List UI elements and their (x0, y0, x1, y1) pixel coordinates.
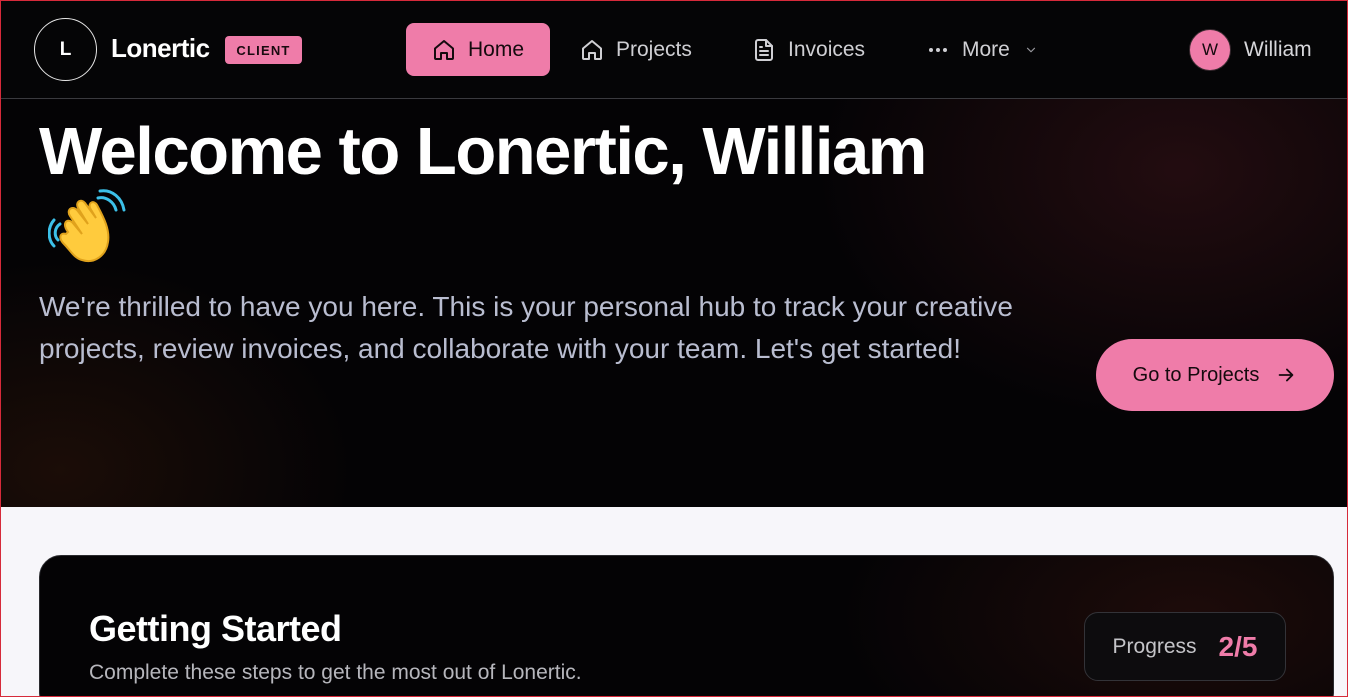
logo[interactable]: L (34, 18, 97, 81)
getting-started-title: Getting Started (89, 608, 342, 649)
dots-icon (929, 47, 947, 52)
user-name[interactable]: William (1244, 38, 1312, 62)
getting-started-subtitle: Complete these steps to get the most out… (89, 661, 582, 684)
nav-more[interactable]: More (926, 23, 1038, 76)
cta-label: Go to Projects (1132, 363, 1260, 386)
nav-projects[interactable]: Projects (580, 23, 692, 76)
hero-section: L Lonertic CLIENT Home Projects Invoices (0, 0, 1348, 507)
progress-indicator: Progress 2/5 (1084, 612, 1286, 681)
progress-label: Progress (1112, 634, 1197, 658)
avatar-initial: W (1201, 40, 1219, 59)
nav-invoices[interactable]: Invoices (752, 23, 865, 76)
logo-letter: L (59, 38, 72, 60)
user-avatar[interactable]: W (1189, 29, 1231, 71)
waving-hand-icon (48, 189, 126, 262)
top-navbar: L Lonertic CLIENT Home Projects Invoices (0, 0, 1348, 99)
client-badge: CLIENT (225, 36, 302, 64)
nav-home[interactable]: Home (406, 23, 550, 76)
getting-started-card: Getting Started Complete these steps to … (39, 555, 1334, 697)
home-icon (582, 39, 602, 60)
document-icon (755, 38, 773, 61)
brand-name[interactable]: Lonertic (111, 33, 210, 64)
nav-more-label: More (962, 37, 1010, 61)
arrow-right-icon (1279, 368, 1294, 382)
hero-subtitle: We're thrilled to have you here. This is… (39, 291, 1013, 364)
nav-home-label: Home (467, 37, 525, 61)
go-to-projects-button[interactable]: Go to Projects (1096, 339, 1334, 411)
page-title: Welcome to Lonertic, William (39, 114, 927, 189)
chevron-down-icon (1026, 47, 1035, 52)
nav-projects-label: Projects (616, 37, 692, 61)
home-icon (433, 39, 454, 60)
nav-invoices-label: Invoices (788, 37, 866, 61)
progress-value: 2/5 (1218, 630, 1258, 662)
